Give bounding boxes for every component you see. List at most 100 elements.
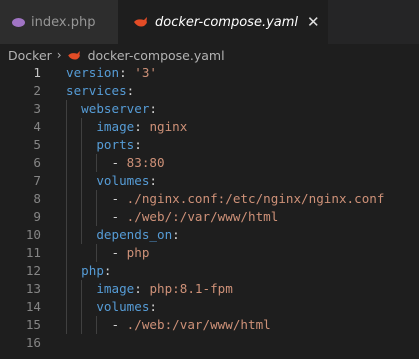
code-line[interactable]: 4 image: nginx bbox=[0, 118, 419, 136]
breadcrumb-folder[interactable]: Docker bbox=[8, 48, 52, 63]
yaml-key: webserver bbox=[81, 101, 150, 116]
yaml-value: php bbox=[126, 245, 150, 260]
line-number: 5 bbox=[33, 137, 41, 152]
code-line[interactable]: 6 - 83:80 bbox=[0, 154, 419, 172]
code-line[interactable]: 2 services: bbox=[0, 82, 419, 100]
code-text: - 83:80 bbox=[66, 154, 165, 172]
code-text: php: bbox=[66, 262, 112, 280]
php-icon bbox=[12, 17, 25, 27]
code-line[interactable]: 8 - ./nginx.conf:/etc/nginx/nginx.conf bbox=[0, 190, 419, 208]
code-line[interactable]: 12 php: bbox=[0, 262, 419, 280]
yaml-value: nginx bbox=[149, 119, 188, 134]
code-text: volumes: bbox=[66, 172, 157, 190]
yaml-colon: : bbox=[149, 173, 158, 188]
yaml-key: php bbox=[81, 263, 104, 278]
close-icon[interactable]: ✕ bbox=[307, 14, 320, 30]
line-number: 1 bbox=[33, 65, 41, 80]
yaml-dash: - bbox=[111, 209, 127, 224]
code-editor[interactable]: 1 version: '3' 2 services: 3 webserver: 4 ima… bbox=[0, 64, 419, 359]
line-number: 3 bbox=[33, 101, 41, 116]
code-line[interactable]: 11 - php bbox=[0, 244, 419, 262]
code-line[interactable]: 15 - ./web:/var/www/html bbox=[0, 316, 419, 334]
yaml-colon: : bbox=[172, 227, 180, 242]
code-line[interactable]: 7 volumes: bbox=[0, 172, 419, 190]
yaml-colon: : bbox=[134, 281, 150, 296]
line-number: 15 bbox=[25, 317, 41, 332]
yaml-key: image bbox=[96, 119, 135, 134]
yaml-value: '3' bbox=[134, 65, 157, 80]
yaml-key: volumes bbox=[96, 173, 150, 188]
yaml-colon: : bbox=[134, 137, 142, 152]
docker-whale-icon bbox=[67, 50, 80, 60]
line-number: 8 bbox=[33, 191, 41, 206]
line-number: 4 bbox=[33, 119, 41, 134]
tab-label: index.php bbox=[31, 14, 96, 30]
code-text: image: nginx bbox=[66, 118, 187, 136]
yaml-key: image bbox=[96, 281, 135, 296]
yaml-colon: : bbox=[119, 65, 135, 80]
yaml-dash: - bbox=[111, 191, 127, 206]
line-number: 12 bbox=[25, 263, 41, 278]
yaml-key: volumes bbox=[96, 299, 150, 314]
yaml-colon: : bbox=[126, 83, 135, 98]
code-text: services: bbox=[66, 82, 134, 100]
line-number: 13 bbox=[25, 281, 41, 296]
line-number: 10 bbox=[25, 227, 41, 242]
line-number: 9 bbox=[33, 209, 41, 224]
code-line[interactable]: 5 ports: bbox=[0, 136, 419, 154]
code-text: depends_on: bbox=[66, 226, 180, 244]
yaml-colon: : bbox=[103, 263, 112, 278]
code-text: ports: bbox=[66, 136, 142, 154]
yaml-dash: - bbox=[111, 155, 127, 170]
breadcrumb-file[interactable]: docker-compose.yaml bbox=[88, 48, 225, 63]
yaml-value: ./web:/var/www/html bbox=[126, 317, 271, 332]
tab-bar: index.php docker-compose.yaml ✕ bbox=[0, 0, 419, 44]
yaml-key: version bbox=[66, 65, 120, 80]
code-text: version: '3' bbox=[66, 64, 157, 82]
line-number: 11 bbox=[25, 245, 41, 260]
code-line[interactable]: 14 volumes: bbox=[0, 298, 419, 316]
code-text: volumes: bbox=[66, 298, 157, 316]
line-number: 14 bbox=[25, 299, 41, 314]
code-text: image: php:8.1-fpm bbox=[66, 280, 233, 298]
yaml-key: depends_on bbox=[96, 227, 173, 242]
code-line[interactable]: 3 webserver: bbox=[0, 100, 419, 118]
tab-label: docker-compose.yaml bbox=[155, 14, 299, 30]
line-number: 7 bbox=[33, 173, 41, 188]
editor-window: index.php docker-compose.yaml ✕ Docker ›… bbox=[0, 0, 419, 359]
yaml-value: 83:80 bbox=[126, 155, 165, 170]
code-line[interactable]: 16 bbox=[0, 334, 419, 352]
code-text: - ./web/:/var/www/html bbox=[66, 208, 279, 226]
yaml-dash: - bbox=[111, 245, 127, 260]
yaml-colon: : bbox=[149, 101, 158, 116]
yaml-value: ./web/:/var/www/html bbox=[126, 209, 279, 224]
breadcrumb: Docker › docker-compose.yaml bbox=[0, 44, 419, 66]
line-number: 2 bbox=[33, 83, 41, 98]
code-line[interactable]: 10 depends_on: bbox=[0, 226, 419, 244]
yaml-key: ports bbox=[96, 137, 135, 152]
code-line[interactable]: 13 image: php:8.1-fpm bbox=[0, 280, 419, 298]
yaml-key: services bbox=[66, 83, 127, 98]
code-text: - ./web:/var/www/html bbox=[66, 316, 271, 334]
code-text: webserver: bbox=[66, 100, 157, 118]
line-number: 6 bbox=[33, 155, 41, 170]
tab-index-php[interactable]: index.php bbox=[0, 0, 118, 44]
code-text: - php bbox=[66, 244, 150, 262]
code-line[interactable]: 1 version: '3' bbox=[0, 64, 419, 82]
yaml-colon: : bbox=[149, 299, 158, 314]
code-line[interactable]: 9 - ./web/:/var/www/html bbox=[0, 208, 419, 226]
code-text: - ./nginx.conf:/etc/nginx/nginx.conf bbox=[66, 190, 385, 208]
line-number: 16 bbox=[25, 335, 41, 350]
tab-docker-compose[interactable]: docker-compose.yaml ✕ bbox=[118, 0, 328, 44]
